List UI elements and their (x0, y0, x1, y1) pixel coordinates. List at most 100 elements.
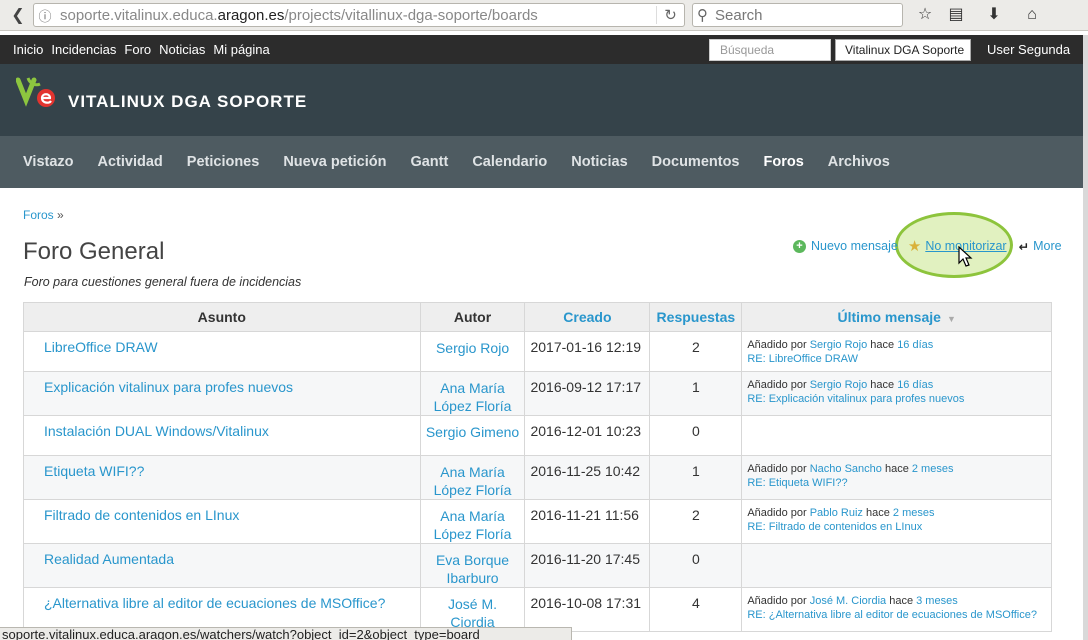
more-link[interactable]: More (1033, 239, 1061, 253)
last-message-link[interactable]: RE: Explicación vitalinux para profes nu… (747, 393, 964, 405)
created-cell: 2016-12-01 10:23 (524, 415, 651, 456)
more-arrow-icon: ↵ (1018, 239, 1030, 254)
col-subject-header: Asunto (23, 302, 421, 332)
replies-cell: 1 (649, 371, 743, 416)
replies-cell: 4 (649, 587, 743, 632)
author-link[interactable]: Sergio Gimeno (426, 424, 519, 440)
col-last-message-header[interactable]: Último mensaje ▼ (741, 302, 1052, 332)
tab-calendario[interactable]: Calendario (472, 154, 547, 170)
last-message-link[interactable]: RE: LibreOffice DRAW (747, 353, 858, 365)
scrollbar[interactable] (1083, 35, 1088, 640)
author-link[interactable]: José M. Ciordia (448, 596, 497, 630)
last-author-link[interactable]: Nacho Sancho (810, 463, 882, 475)
last-author-link[interactable]: José M. Ciordia (810, 595, 886, 607)
new-message-link[interactable]: Nuevo mensaje (811, 239, 898, 253)
star-icon: ★ (907, 238, 922, 255)
table-row: Filtrado de contenidos en LInux Ana María… (23, 499, 1052, 544)
tab-archivos[interactable]: Archivos (828, 154, 890, 170)
top-link-inicio[interactable]: Inicio (13, 42, 43, 57)
home-icon[interactable]: ⌂ (1020, 4, 1044, 26)
created-cell: 2016-10-08 17:31 (524, 587, 651, 632)
last-prefix: Añadido por (747, 507, 807, 519)
breadcrumb-separator: » (57, 208, 64, 222)
reload-icon[interactable]: ↻ (656, 6, 684, 24)
subject-link[interactable]: Etiqueta WIFI?? (44, 463, 144, 479)
tab-actividad[interactable]: Actividad (98, 154, 163, 170)
last-message-link[interactable]: RE: Etiqueta WIFI?? (747, 477, 847, 489)
messages-table: Asunto Autor Creado Respuestas Último me… (23, 302, 1052, 632)
subject-link[interactable]: Filtrado de contenidos en LInux (44, 507, 239, 523)
last-ago-link[interactable]: 2 meses (893, 507, 935, 519)
top-link-mi-pagina[interactable]: Mi página (213, 42, 269, 57)
tab-peticiones[interactable]: Peticiones (187, 154, 260, 170)
project-jump-select[interactable]: Vitalinux DGA Soporte (835, 39, 971, 61)
replies-cell: 0 (649, 543, 743, 588)
author-link[interactable]: Ana María López Floría (434, 508, 512, 542)
logged-user[interactable]: User Segunda (987, 42, 1070, 57)
contextual-actions: + Nuevo mensaje ★ No monitorizar ↵ More (793, 237, 1062, 255)
last-ago-link[interactable]: 16 días (897, 339, 933, 351)
replies-cell: 0 (649, 415, 743, 456)
created-cell: 2016-09-12 17:17 (524, 371, 651, 416)
created-cell: 2016-11-25 10:42 (524, 455, 651, 500)
table-row: Etiqueta WIFI?? Ana María López Floría 2016… (23, 455, 1052, 500)
last-author-link[interactable]: Pablo Ruiz (810, 507, 863, 519)
author-link[interactable]: Sergio Rojo (436, 340, 509, 356)
last-message-link[interactable]: RE: ¿Alternativa libre al editor de ecua… (747, 609, 1037, 621)
subject-link[interactable]: Instalación DUAL Windows/Vitalinux (44, 423, 269, 439)
top-link-incidencias[interactable]: Incidencias (51, 42, 116, 57)
browser-toolbar: ❮ ⓘ soporte.vitalinux.educa.aragon.es/pr… (0, 0, 1088, 31)
status-bar: soporte.vitalinux.educa.aragon.es/watche… (0, 627, 572, 640)
last-message-cell: Añadido por Nacho Sancho hace 2 meses RE:… (741, 455, 1052, 500)
last-message-cell: Añadido por Sergio Rojo hace 16 días RE: … (741, 331, 1052, 372)
sort-desc-icon: ▼ (946, 314, 956, 324)
col-created-header[interactable]: Creado (524, 302, 651, 332)
tab-vistazo[interactable]: Vistazo (23, 154, 74, 170)
tab-noticias[interactable]: Noticias (571, 154, 627, 170)
top-link-foro[interactable]: Foro (124, 42, 151, 57)
vitalinux-logo-icon (16, 77, 55, 107)
info-icon[interactable]: ⓘ (34, 6, 56, 25)
author-link[interactable]: Ana María López Floría (434, 464, 512, 498)
table-row: Instalación DUAL Windows/Vitalinux Sergio… (23, 415, 1052, 456)
last-message-cell (741, 415, 1052, 456)
download-icon[interactable]: ⬇ (982, 4, 1006, 26)
subject-link[interactable]: LibreOffice DRAW (44, 339, 158, 355)
bookmark-star-icon[interactable]: ☆ (913, 4, 937, 26)
created-cell: 2017-01-16 12:19 (524, 331, 651, 372)
tab-nueva-peticion[interactable]: Nueva petición (283, 154, 386, 170)
browser-search-input[interactable]: ⚲ Search (692, 3, 903, 27)
last-mid: hace (889, 595, 914, 607)
tab-foros[interactable]: Foros (764, 154, 804, 170)
last-author-link[interactable]: Sergio Rojo (810, 379, 867, 391)
project-title: VITALINUX DGA SOPORTE (68, 92, 308, 111)
author-link[interactable]: Ana María López Floría (434, 380, 512, 414)
last-prefix: Añadido por (747, 379, 807, 391)
url-text: soporte.vitalinux.educa.aragon.es/projec… (60, 6, 538, 24)
subject-link[interactable]: Realidad Aumentada (44, 551, 174, 567)
last-message-link[interactable]: RE: Filtrado de contenidos en LInux (747, 521, 922, 533)
last-message-cell (741, 543, 1052, 588)
reading-list-icon[interactable]: ▤ (944, 4, 968, 26)
last-ago-link[interactable]: 3 meses (916, 595, 958, 607)
top-link-noticias[interactable]: Noticias (159, 42, 205, 57)
breadcrumb-foros-link[interactable]: Foros (23, 208, 54, 222)
tab-gantt[interactable]: Gantt (410, 154, 448, 170)
author-link[interactable]: Eva Borque Ibarburo (436, 552, 509, 586)
tab-documentos[interactable]: Documentos (652, 154, 740, 170)
last-author-link[interactable]: Sergio Rojo (810, 339, 867, 351)
last-message-cell: Añadido por Sergio Rojo hace 16 días RE: … (741, 371, 1052, 416)
quick-search-input[interactable]: Búsqueda (709, 39, 831, 61)
search-icon: ⚲ (697, 7, 708, 24)
col-replies-header[interactable]: Respuestas (649, 302, 743, 332)
last-ago-link[interactable]: 2 meses (912, 463, 954, 475)
last-message-cell: Añadido por José M. Ciordia hace 3 meses… (741, 587, 1052, 632)
subject-link[interactable]: ¿Alternativa libre al editor de ecuacion… (44, 595, 385, 611)
project-header: VITALINUX DGA SOPORTE (0, 64, 1083, 136)
subject-link[interactable]: Explicación vitalinux para profes nuevos (44, 379, 293, 395)
add-icon: + (793, 239, 806, 253)
last-ago-link[interactable]: 16 días (897, 379, 933, 391)
last-mid: hace (865, 507, 890, 519)
address-bar[interactable]: ⓘ soporte.vitalinux.educa.aragon.es/proj… (33, 3, 685, 27)
back-icon[interactable]: ❮ (6, 4, 30, 26)
